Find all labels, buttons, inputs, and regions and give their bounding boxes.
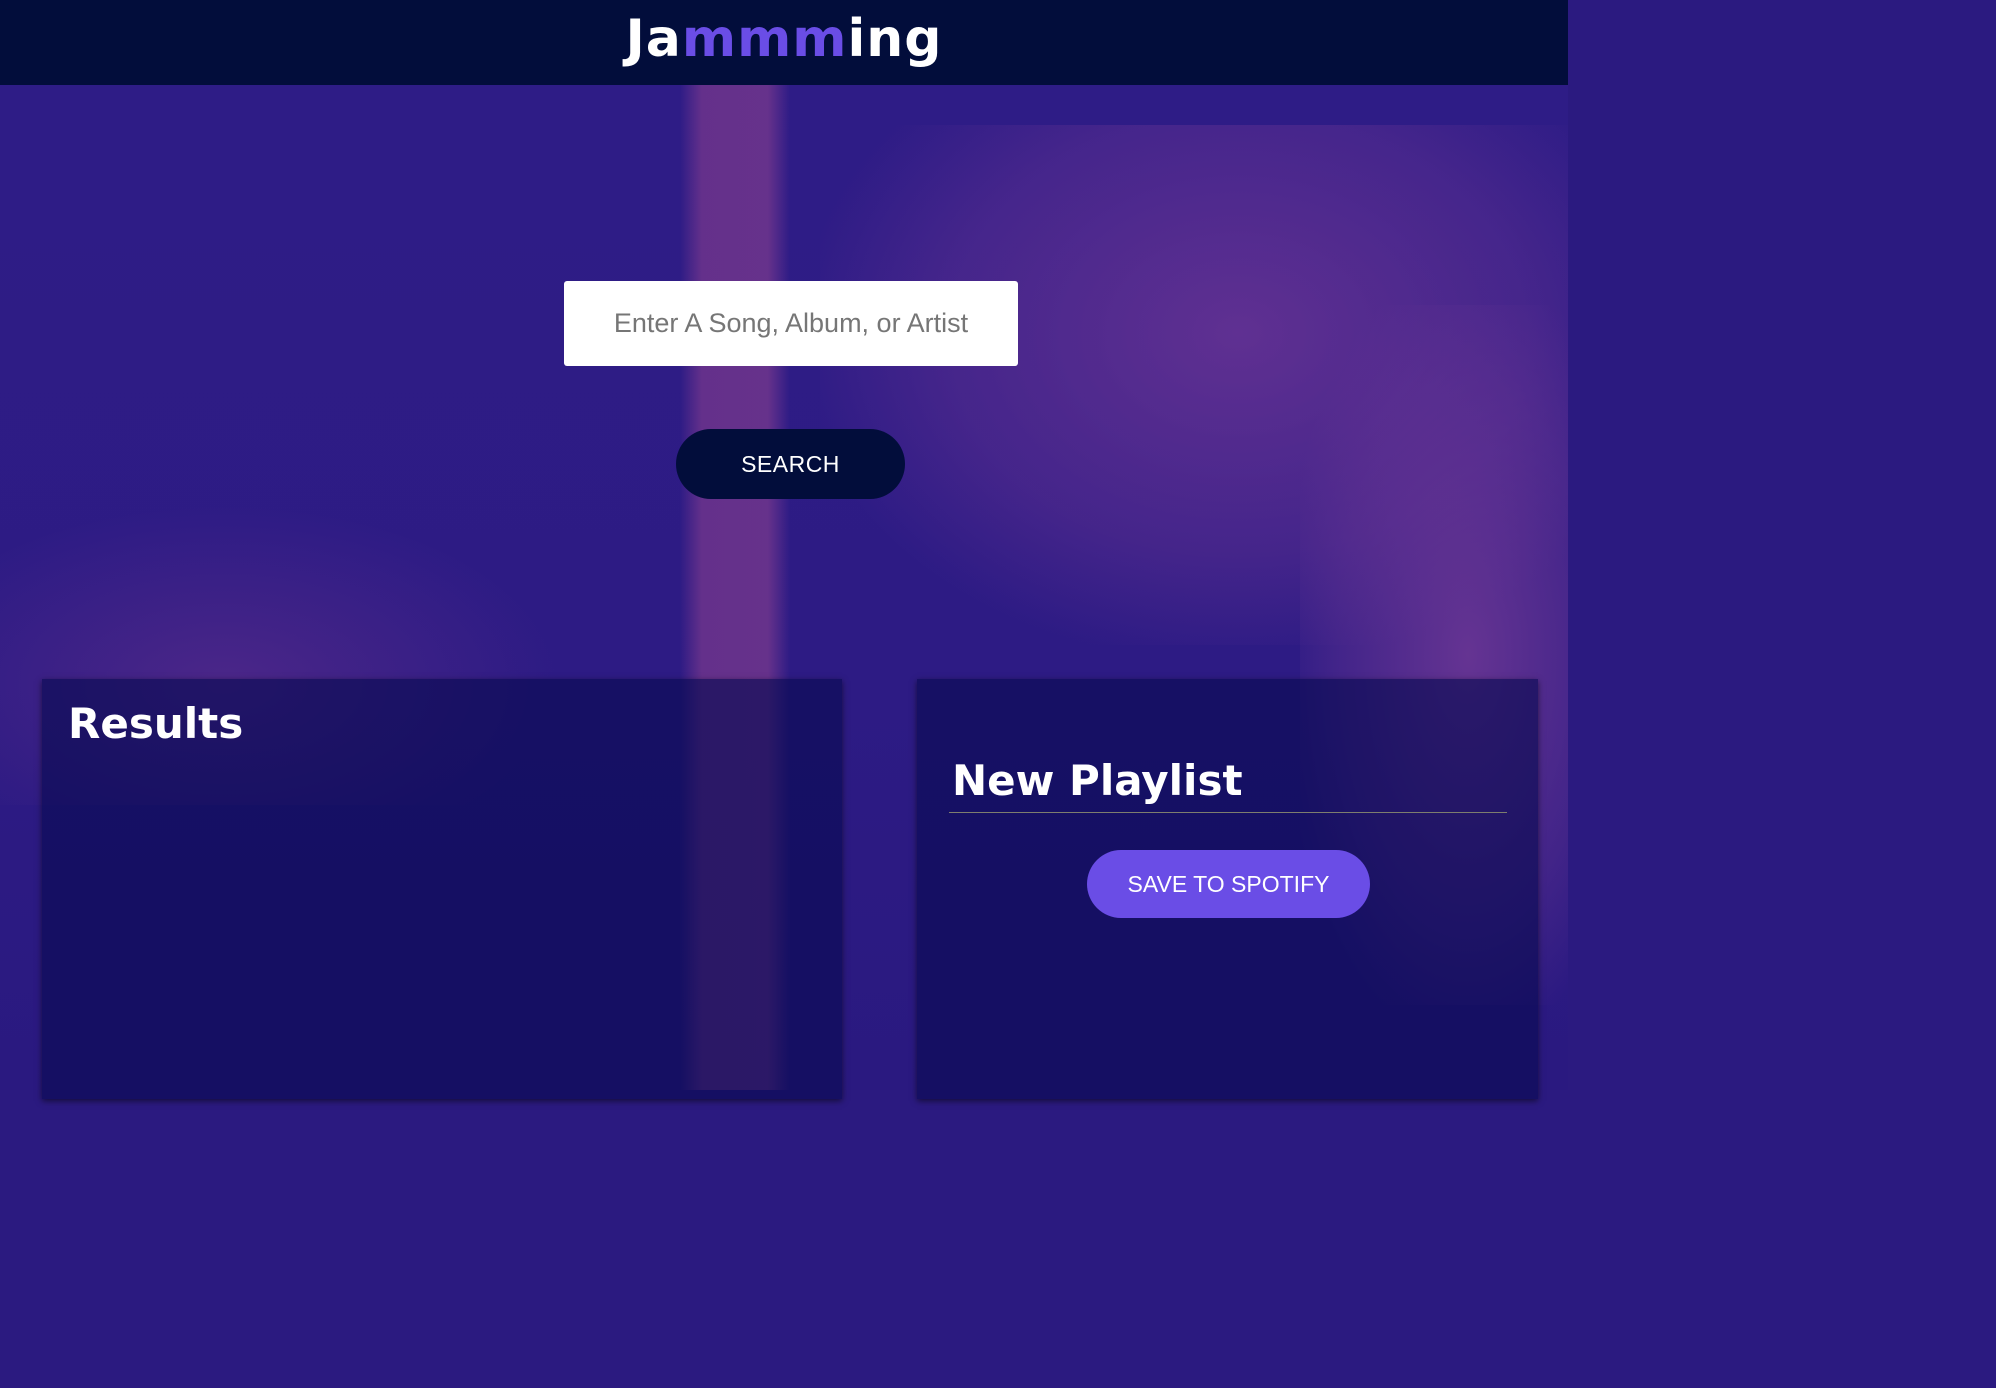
save-to-spotify-button[interactable]: SAVE TO SPOTIFY: [1087, 850, 1370, 918]
playlist-panel: SAVE TO SPOTIFY: [917, 679, 1538, 1099]
logo-accent: mmm: [681, 8, 848, 69]
logo-suffix: ing: [847, 8, 943, 69]
search-input[interactable]: [564, 281, 1018, 366]
logo-prefix: Ja: [625, 8, 682, 69]
app-logo: Jammming: [625, 9, 942, 69]
search-button[interactable]: SEARCH: [676, 429, 905, 499]
results-panel: Results: [42, 679, 842, 1099]
playlist-name-input[interactable]: [949, 749, 1507, 813]
results-title: Results: [68, 699, 244, 748]
app-header: Jammming: [0, 0, 1568, 85]
